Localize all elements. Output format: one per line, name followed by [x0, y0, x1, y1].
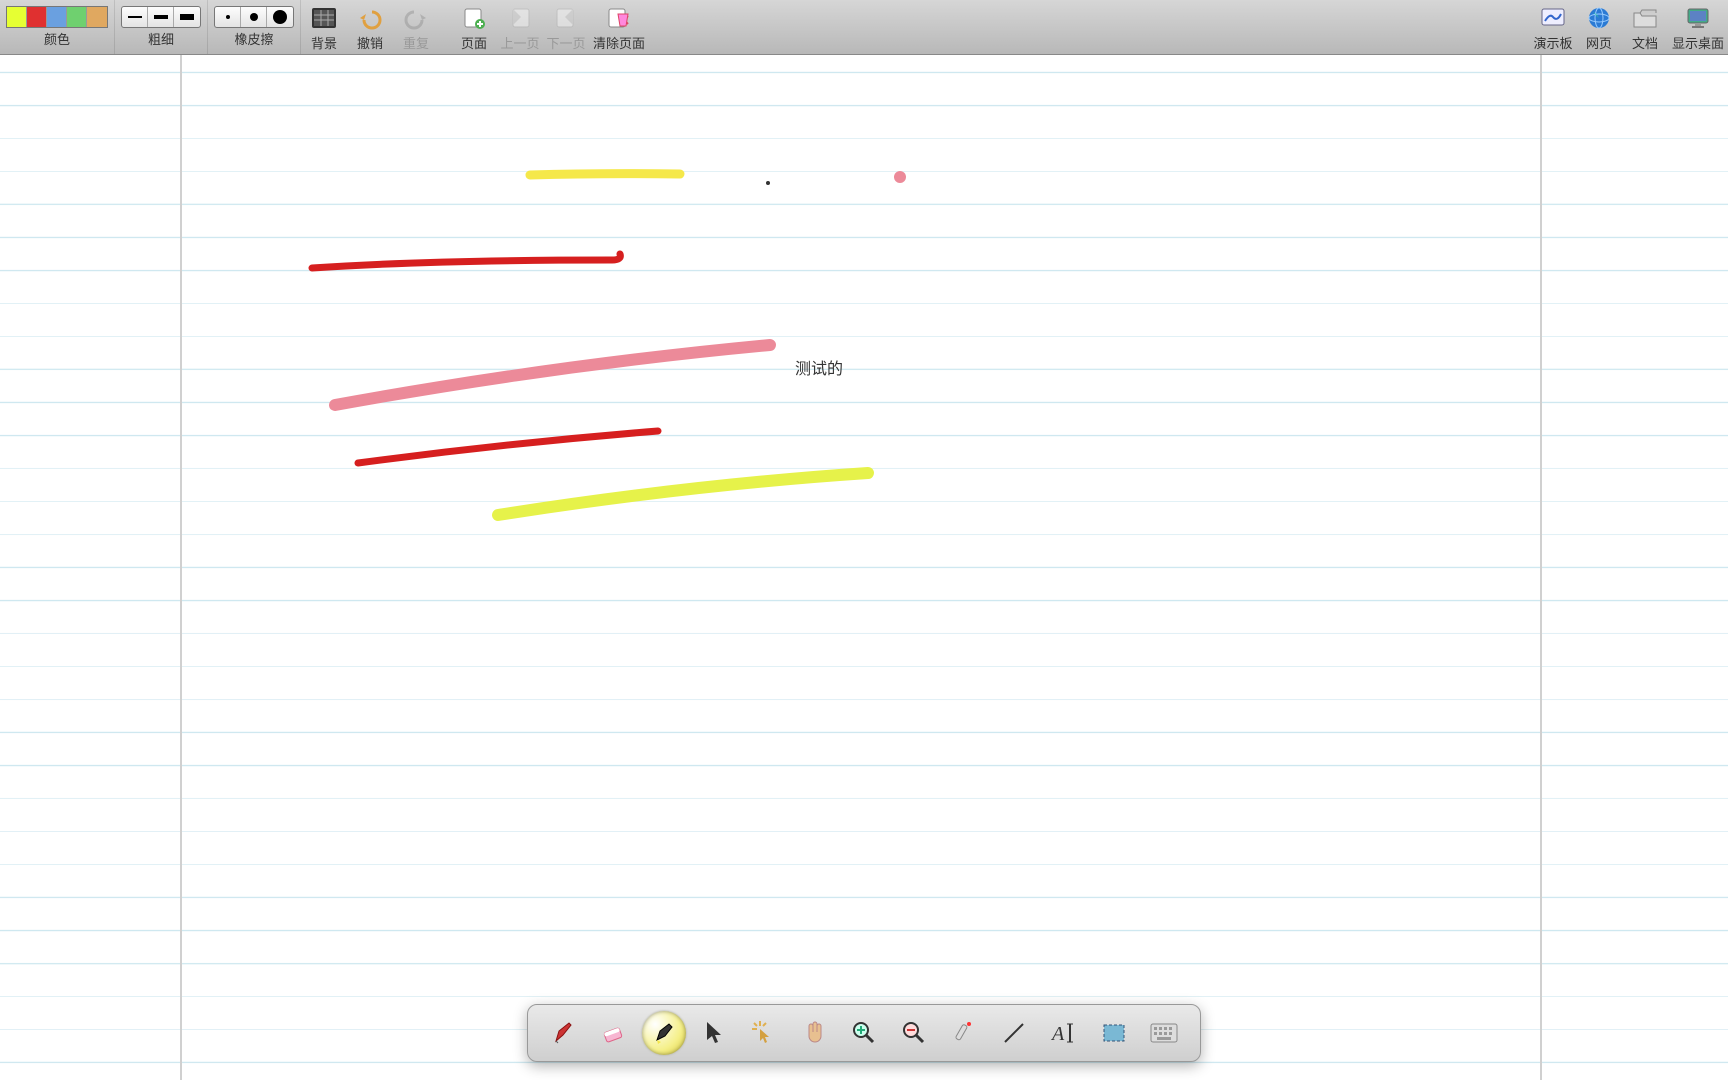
- canvas-area[interactable]: 测试的 A: [0, 55, 1728, 1080]
- docs-label: 文档: [1632, 33, 1658, 52]
- clear-page-button[interactable]: 清除页面: [589, 0, 649, 55]
- pen-tool[interactable]: [542, 1011, 586, 1055]
- color-swatch-green[interactable]: [67, 7, 87, 27]
- desktop-label: 显示桌面: [1672, 33, 1724, 52]
- color-swatch-yellow[interactable]: [7, 7, 27, 27]
- prev-page-icon: [506, 4, 534, 32]
- prev-page-button: 上一页: [497, 0, 543, 55]
- select-tool[interactable]: [1092, 1011, 1136, 1055]
- text-icon: A: [1050, 1020, 1078, 1046]
- board-icon: [1539, 4, 1567, 32]
- zoom-out-icon: [901, 1020, 927, 1046]
- keyboard-icon: [1150, 1023, 1178, 1043]
- clear-page-icon: [605, 4, 633, 32]
- eraser-tool[interactable]: [592, 1011, 636, 1055]
- thickness-thick[interactable]: [174, 7, 200, 27]
- undo-label: 撤销: [357, 33, 383, 52]
- eraser-large[interactable]: [267, 7, 293, 27]
- board-label: 演示板: [1533, 33, 1572, 52]
- redo-button: 重复: [393, 0, 439, 55]
- thickness-thin[interactable]: [122, 7, 148, 27]
- hand-icon: [801, 1020, 827, 1046]
- eraser-chips[interactable]: [214, 6, 294, 28]
- svg-text:A: A: [1050, 1023, 1065, 1045]
- text-tool[interactable]: A: [1042, 1011, 1086, 1055]
- laser-icon: [951, 1020, 977, 1046]
- pointer-tool[interactable]: [692, 1011, 736, 1055]
- docs-button[interactable]: 文档: [1622, 0, 1668, 55]
- redo-icon: [402, 4, 430, 32]
- select-icon: [1101, 1022, 1127, 1044]
- thickness-chips[interactable]: [121, 6, 201, 28]
- hand-tool[interactable]: [792, 1011, 836, 1055]
- zoom-out-tool[interactable]: [892, 1011, 936, 1055]
- thickness-group: 粗细: [115, 0, 208, 54]
- folder-icon: [1631, 4, 1659, 32]
- thickness-med[interactable]: [148, 7, 174, 27]
- eraser-med[interactable]: [241, 7, 267, 27]
- undo-button[interactable]: 撤销: [347, 0, 393, 55]
- web-label: 网页: [1586, 33, 1612, 52]
- thickness-label: 粗细: [148, 29, 174, 48]
- zoom-in-tool[interactable]: [842, 1011, 886, 1055]
- top-toolbar: 颜色 粗细 橡皮擦 背景 撤销: [0, 0, 1728, 55]
- color-group: 颜色: [0, 0, 115, 54]
- background-icon: [310, 4, 338, 32]
- bottom-toolbar: A: [527, 1004, 1201, 1062]
- next-page-icon: [552, 4, 580, 32]
- color-swatch-blue[interactable]: [47, 7, 67, 27]
- board-button[interactable]: 演示板: [1530, 0, 1576, 55]
- clear-label: 清除页面: [593, 33, 645, 52]
- globe-icon: [1585, 4, 1613, 32]
- color-label: 颜色: [44, 29, 70, 48]
- pointer-icon: [703, 1020, 725, 1046]
- click-tool[interactable]: [742, 1011, 786, 1055]
- text-annotation[interactable]: 测试的: [795, 355, 843, 379]
- color-swatch-orange[interactable]: [87, 7, 107, 27]
- next-label: 下一页: [546, 33, 585, 52]
- color-swatch-red[interactable]: [27, 7, 47, 27]
- web-button[interactable]: 网页: [1576, 0, 1622, 55]
- line-icon: [1001, 1020, 1027, 1046]
- ink-strokes: [0, 55, 1728, 1080]
- page-button[interactable]: 页面: [451, 0, 497, 55]
- redo-label: 重复: [403, 33, 429, 52]
- background-label: 背景: [311, 33, 337, 52]
- prev-label: 上一页: [500, 33, 539, 52]
- next-page-button: 下一页: [543, 0, 589, 55]
- page-add-icon: [460, 4, 488, 32]
- eraser-label: 橡皮擦: [234, 29, 273, 48]
- undo-icon: [356, 4, 384, 32]
- desktop-icon: [1684, 4, 1712, 32]
- eraser-icon: [601, 1020, 627, 1046]
- page-label: 页面: [461, 33, 487, 52]
- highlighter-icon: [651, 1020, 677, 1046]
- eraser-small[interactable]: [215, 7, 241, 27]
- pen-icon: [551, 1020, 577, 1046]
- background-button[interactable]: 背景: [301, 0, 347, 55]
- eraser-group: 橡皮擦: [208, 0, 301, 54]
- keyboard-tool[interactable]: [1142, 1011, 1186, 1055]
- click-icon: [750, 1019, 778, 1047]
- highlighter-tool[interactable]: [642, 1011, 686, 1055]
- laser-tool[interactable]: [942, 1011, 986, 1055]
- line-tool[interactable]: [992, 1011, 1036, 1055]
- desktop-button[interactable]: 显示桌面: [1668, 0, 1728, 55]
- color-swatches[interactable]: [6, 6, 108, 28]
- zoom-in-icon: [851, 1020, 877, 1046]
